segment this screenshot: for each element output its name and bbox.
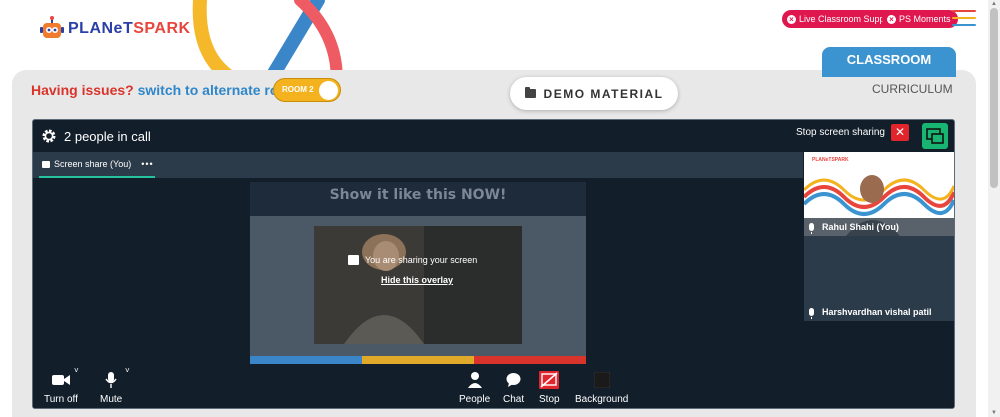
people-label: People [459, 394, 491, 405]
camera-label: Turn off [44, 394, 78, 405]
stop-screen-sharing-label: Stop screen sharing [796, 127, 885, 138]
close-circle-icon: × [787, 14, 796, 24]
sharing-message-text: You are sharing your screen [365, 255, 478, 265]
participant-name: Harshvardhan vishal patil [822, 307, 932, 317]
shared-video-frame [314, 226, 522, 344]
video-call-window: 2 people in call Stop screen sharing ✕ S… [32, 119, 955, 409]
scrollbar-thumb[interactable] [990, 8, 998, 188]
stop-sharing-close-button[interactable]: ✕ [891, 124, 909, 141]
room-toggle[interactable]: ROOM 2 [273, 78, 341, 102]
demo-material-label: DEMO MATERIAL [543, 86, 664, 101]
background-button[interactable]: Background [575, 364, 628, 405]
screen-share-tab-label: Screen share (You) [54, 159, 132, 169]
slide-color-stripes [250, 356, 586, 364]
screen-share-tab[interactable]: Screen share (You) ••• [39, 152, 155, 178]
folder-icon [524, 87, 536, 98]
having-issues-text: Having issues? switch to alternate room [31, 82, 299, 98]
screen-share-bar: Screen share (You) ••• [33, 152, 803, 178]
participant-tile-other[interactable]: Harshvardhan vishal patil [804, 236, 954, 321]
people-button[interactable]: People [459, 364, 490, 405]
hide-overlay-link[interactable]: Hide this overlay [381, 275, 453, 285]
participant-label-other: Harshvardhan vishal patil [804, 303, 954, 321]
tab-curriculum[interactable]: CURRICULUM [872, 82, 953, 96]
svg-text:PLANeTSPARK: PLANeTSPARK [812, 157, 849, 163]
page-scrollbar[interactable]: ▲ ▼ [988, 0, 1000, 417]
sharing-screen-message: You are sharing your screen [348, 255, 477, 265]
call-toolbar: Turn off ˅ Mute ˅ People Chat Stop Backg… [33, 364, 954, 408]
logo-text: PLANeTSPARK [68, 20, 191, 38]
participant-name: Rahul Shahi (You) [822, 222, 899, 232]
monitor-icon [42, 160, 50, 168]
participant-label-self: Rahul Shahi (You) [804, 218, 954, 236]
participant-tile-self[interactable]: PLANeTSPARK Rahul Shahi (You) [804, 152, 954, 236]
shared-screen: Show it like this NOW! [250, 182, 586, 364]
scroll-down-icon[interactable]: ▼ [991, 410, 997, 416]
microphone-icon [809, 308, 814, 319]
chat-button[interactable]: Chat [503, 364, 524, 405]
call-top-bar: 2 people in call Stop screen sharing ✕ [33, 120, 954, 152]
people-in-call-count: 2 people in call [64, 129, 151, 144]
video-camera-icon [51, 375, 70, 385]
logo-text-part1: PLANeT [68, 20, 134, 37]
planetspark-logo[interactable]: PLANeTSPARK [40, 16, 191, 42]
gear-icon[interactable] [41, 128, 57, 144]
background-icon [593, 372, 610, 388]
live-support-label: Live Classroom Support [799, 14, 896, 24]
person-icon [467, 372, 482, 388]
issues-question: Having issues? [31, 82, 134, 98]
microphone-icon [809, 223, 814, 234]
chevron-down-icon[interactable]: ˅ [125, 366, 130, 375]
robot-logo-icon [40, 16, 64, 38]
slide-title: Show it like this NOW! [250, 182, 586, 216]
tab-classroom[interactable]: CLASSROOM [822, 47, 956, 77]
stop-share-button[interactable]: Stop [539, 364, 560, 405]
microphone-icon [105, 372, 117, 388]
background-label: Background [575, 394, 629, 405]
more-options-icon[interactable]: ••• [141, 159, 153, 169]
stop-share-icon [539, 371, 560, 389]
close-circle-icon: × [887, 14, 896, 24]
toggle-knob [319, 81, 338, 100]
ps-moments-button[interactable]: × PS Moments [882, 10, 958, 28]
chevron-down-icon[interactable]: ˅ [74, 366, 79, 375]
stop-label: Stop [539, 394, 560, 405]
mute-button[interactable]: Mute ˅ [100, 364, 130, 405]
share-screen-icon [348, 255, 359, 265]
picture-in-picture-button[interactable] [922, 123, 948, 149]
logo-text-part2: SPARK [133, 20, 191, 37]
camera-toggle-button[interactable]: Turn off ˅ [44, 364, 79, 405]
page: PLANeTSPARK × Live Classroom Support × P… [0, 0, 1000, 417]
scroll-up-icon[interactable]: ▲ [991, 1, 997, 7]
pip-icon [926, 128, 944, 144]
ps-moments-label: PS Moments [899, 14, 951, 24]
chat-bubble-icon [506, 373, 521, 387]
hamburger-menu-icon[interactable] [952, 10, 976, 28]
mute-label: Mute [100, 394, 123, 405]
room-toggle-label: ROOM 2 [282, 85, 314, 94]
chat-label: Chat [503, 394, 525, 405]
demo-material-button[interactable]: DEMO MATERIAL [510, 77, 678, 110]
video-still [314, 226, 522, 344]
